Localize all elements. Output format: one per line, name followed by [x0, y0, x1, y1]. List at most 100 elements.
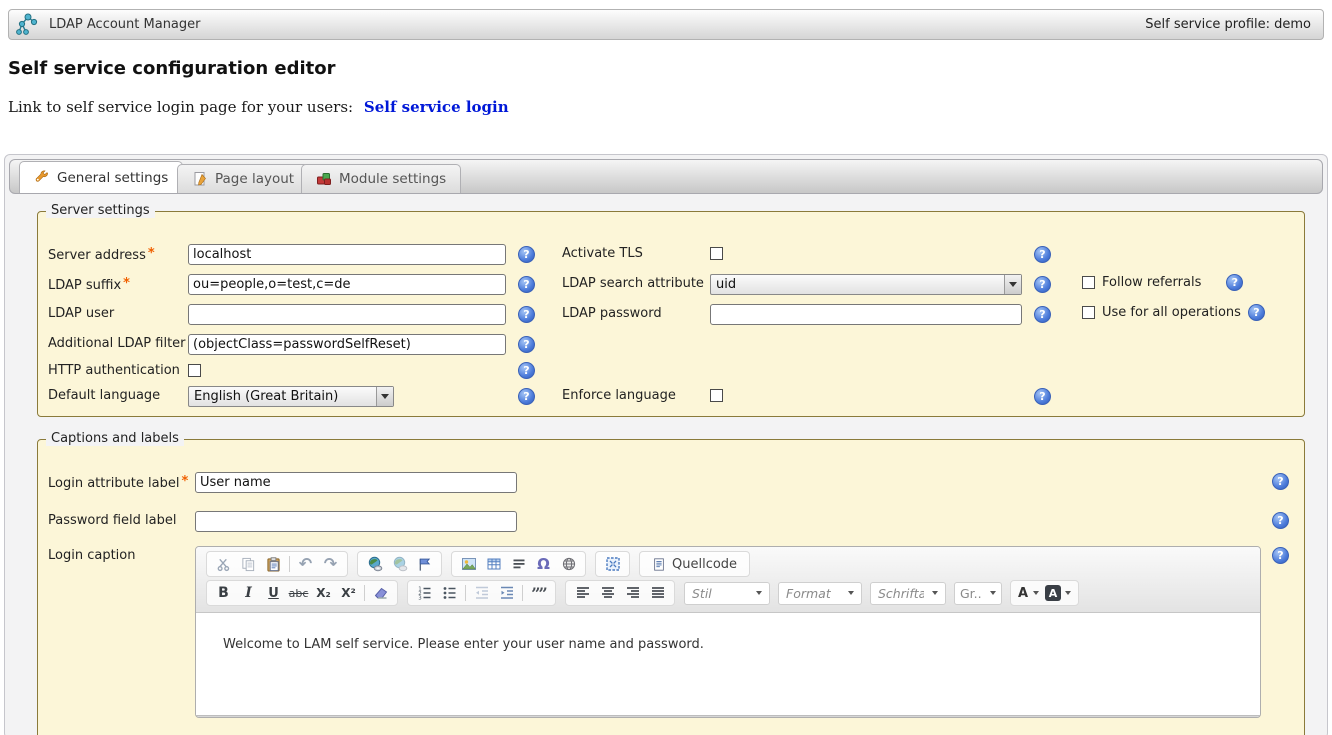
text-color-button[interactable]: A — [1015, 581, 1042, 605]
tab-strip: General settings Page layout — [9, 159, 1323, 194]
style-dropdown[interactable]: Stil — [684, 582, 770, 605]
tab-label: Page layout — [215, 171, 294, 187]
page-edit-icon — [192, 171, 208, 187]
strikethrough-button[interactable]: abc — [286, 581, 311, 605]
align-center-icon[interactable] — [595, 581, 620, 605]
login-caption-editor: ↶ ↷ Ω — [195, 546, 1261, 718]
help-icon[interactable]: ? — [518, 306, 535, 323]
default-language-select[interactable]: English (Great Britain) — [188, 386, 394, 407]
captions-labels-legend: Captions and labels — [46, 431, 184, 446]
tab-module-settings[interactable]: Module settings — [301, 164, 461, 193]
copy-icon[interactable] — [236, 552, 261, 576]
help-icon[interactable]: ? — [1226, 274, 1243, 291]
help-icon[interactable]: ? — [1248, 304, 1265, 321]
ldap-user-input[interactable] — [188, 304, 506, 325]
help-icon[interactable]: ? — [518, 336, 535, 353]
ldap-password-input[interactable] — [710, 304, 1022, 325]
help-icon[interactable]: ? — [1034, 246, 1051, 263]
tabs-panel: General settings Page layout — [4, 154, 1328, 735]
indent-icon[interactable] — [494, 581, 519, 605]
help-icon[interactable]: ? — [518, 276, 535, 293]
editor-resize-bar[interactable] — [196, 715, 1260, 718]
format-dropdown[interactable]: Format — [778, 582, 862, 605]
page-title: Self service configuration editor — [8, 58, 336, 79]
help-icon[interactable]: ? — [518, 246, 535, 263]
self-service-login-link[interactable]: Self service login — [364, 98, 509, 116]
redo-icon[interactable]: ↷ — [318, 552, 343, 576]
text-color-label: A — [1018, 586, 1028, 601]
iframe-globe-icon[interactable] — [556, 552, 581, 576]
maximize-icon[interactable] — [600, 552, 625, 576]
align-right-icon[interactable] — [620, 581, 645, 605]
undo-icon[interactable]: ↶ — [293, 552, 318, 576]
outdent-icon[interactable] — [469, 581, 494, 605]
dropdown-arrow-icon[interactable] — [376, 387, 393, 406]
tab-page-layout[interactable]: Page layout — [177, 164, 309, 193]
anchor-flag-icon[interactable] — [412, 552, 437, 576]
ldap-suffix-input[interactable] — [188, 274, 506, 295]
bullet-list-icon[interactable] — [437, 581, 462, 605]
follow-referrals-checkbox[interactable] — [1082, 276, 1095, 289]
italic-button[interactable]: I — [236, 581, 261, 605]
required-marker: * — [148, 246, 155, 261]
font-size-dropdown[interactable]: Gr... — [954, 582, 1002, 605]
remove-format-eraser-icon[interactable] — [368, 581, 393, 605]
use-for-all-operations-checkbox[interactable] — [1082, 306, 1095, 319]
lam-self-service-config-screen: LDAP Account Manager Self service profil… — [0, 0, 1332, 735]
superscript-button[interactable]: X² — [336, 581, 361, 605]
help-icon[interactable]: ? — [1034, 388, 1051, 405]
background-color-button[interactable]: A — [1042, 581, 1074, 605]
editor-content-area[interactable]: Welcome to LAM self service. Please ente… — [196, 613, 1260, 715]
source-button[interactable]: Quellcode — [644, 552, 745, 576]
enforce-language-checkbox[interactable] — [710, 389, 723, 402]
use-for-all-operations-label: Use for all operations — [1102, 305, 1241, 320]
help-icon[interactable]: ? — [1272, 547, 1289, 564]
insert-link-icon[interactable] — [362, 552, 387, 576]
enforce-language-label: Enforce language — [562, 386, 676, 406]
help-icon[interactable]: ? — [518, 362, 535, 379]
follow-referrals-row: Follow referrals ? — [1082, 274, 1243, 291]
help-icon[interactable]: ? — [1272, 512, 1289, 529]
align-justify-icon[interactable] — [645, 581, 670, 605]
server-address-input[interactable] — [188, 244, 506, 265]
remove-link-icon[interactable] — [387, 552, 412, 576]
help-icon[interactable]: ? — [1034, 306, 1051, 323]
bold-button[interactable]: B — [211, 581, 236, 605]
blockquote-icon[interactable]: ”” — [526, 581, 551, 605]
special-char-icon[interactable]: Ω — [531, 552, 556, 576]
svg-text:3: 3 — [418, 596, 421, 601]
font-dropdown[interactable]: Schriftart — [870, 582, 946, 605]
server-settings-legend: Server settings — [46, 203, 155, 218]
selected-option: English (Great Britain) — [189, 389, 376, 404]
password-field-label-input[interactable] — [195, 511, 517, 532]
paste-icon[interactable] — [261, 552, 286, 576]
server-settings-fieldset: Server settings Server address* ? LDAP s… — [37, 211, 1305, 417]
lam-logo-icon — [15, 12, 41, 38]
use-for-all-operations-row: Use for all operations ? — [1082, 304, 1265, 321]
ldap-suffix-label: LDAP suffix* — [48, 274, 130, 294]
tab-label: General settings — [57, 170, 168, 186]
insert-table-icon[interactable] — [481, 552, 506, 576]
http-authentication-checkbox[interactable] — [188, 364, 201, 377]
subscript-button[interactable]: X₂ — [311, 581, 336, 605]
login-caption-label: Login caption — [48, 546, 135, 566]
help-icon[interactable]: ? — [518, 388, 535, 405]
http-authentication-label: HTTP authentication — [48, 361, 180, 381]
server-address-label: Server address* — [48, 244, 155, 264]
align-left-icon[interactable] — [570, 581, 595, 605]
horizontal-rule-icon[interactable] — [506, 552, 531, 576]
insert-image-icon[interactable] — [456, 552, 481, 576]
help-icon[interactable]: ? — [1272, 473, 1289, 490]
login-attribute-label-input[interactable] — [195, 472, 517, 493]
dropdown-arrow-icon[interactable] — [1004, 275, 1021, 294]
underline-button[interactable]: U — [261, 581, 286, 605]
activate-tls-checkbox[interactable] — [710, 247, 723, 260]
ldap-search-attribute-select[interactable]: uid — [710, 274, 1022, 295]
header-bar: LDAP Account Manager Self service profil… — [8, 9, 1324, 40]
tab-general-settings[interactable]: General settings — [19, 161, 183, 193]
numbered-list-icon[interactable]: 123 — [412, 581, 437, 605]
cut-icon[interactable] — [211, 552, 236, 576]
follow-referrals-label: Follow referrals — [1102, 275, 1201, 290]
help-icon[interactable]: ? — [1034, 276, 1051, 293]
additional-ldap-filter-input[interactable] — [188, 334, 506, 355]
